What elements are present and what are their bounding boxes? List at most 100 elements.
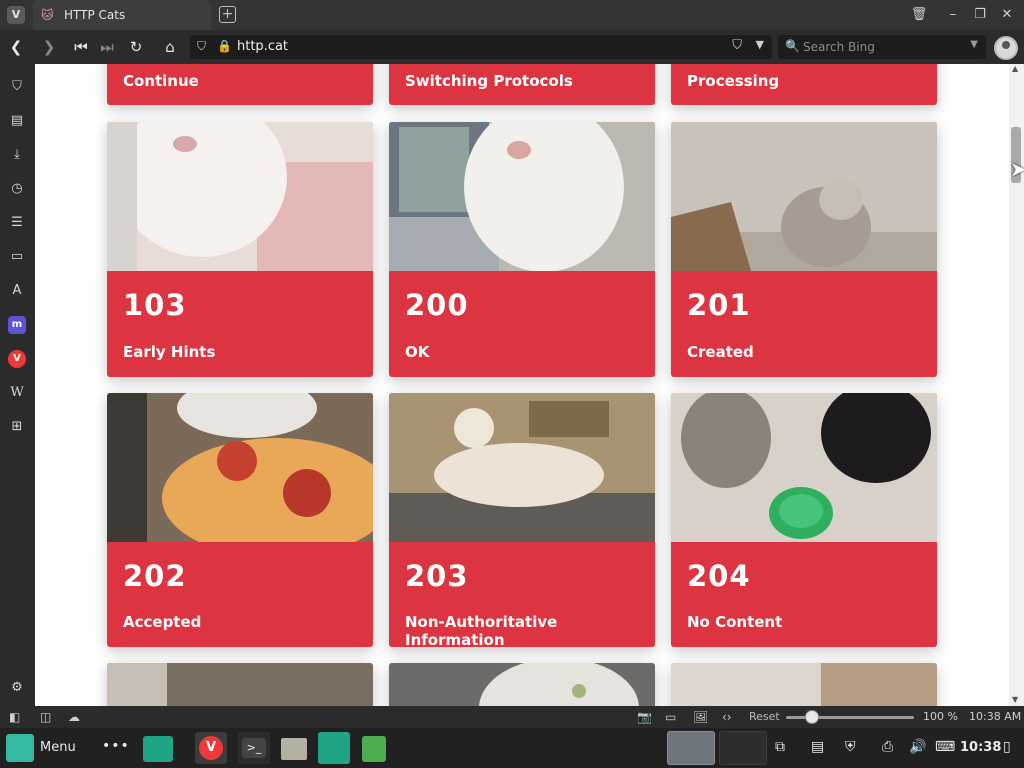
tab-tiling-icon[interactable]: ◫	[40, 709, 51, 725]
bookmarks-icon[interactable]: ⛉	[8, 78, 26, 96]
add-panel-icon[interactable]: ⊞	[8, 418, 26, 436]
terminal-icon[interactable]: >_	[238, 732, 270, 764]
workspace-1-preview[interactable]	[667, 731, 715, 765]
search-engine-dropdown-icon[interactable]: ▼	[970, 39, 978, 50]
status-name: No Content	[687, 613, 783, 631]
start-menu-label[interactable]: Menu	[40, 740, 76, 755]
status-card-206[interactable]	[389, 663, 655, 706]
reading-list-icon[interactable]: ▤	[8, 112, 26, 130]
lock-icon[interactable]: 🔒	[217, 39, 232, 53]
vivaldi-icon[interactable]: V	[8, 350, 26, 368]
downloads-icon[interactable]: ⤓	[8, 146, 26, 164]
profile-avatar[interactable]	[994, 36, 1018, 60]
shield-icon[interactable]: ⛉	[197, 39, 206, 54]
window-panel-icon[interactable]: ▭	[8, 248, 26, 266]
status-card-207[interactable]	[671, 663, 937, 706]
cat-favicon-icon: 🐱	[41, 8, 54, 22]
status-name: OK	[405, 343, 430, 361]
camera-icon[interactable]: 📷	[637, 709, 652, 725]
trash-icon[interactable]: 🗑	[910, 6, 928, 23]
desktop-icon[interactable]	[143, 736, 173, 762]
chevron-down-icon[interactable]: ▼	[756, 38, 764, 51]
status-name: Created	[687, 343, 754, 361]
security-shield-icon[interactable]: ⛨	[845, 739, 856, 755]
cat-photo	[671, 393, 937, 542]
new-tab-icon[interactable]: +	[219, 6, 236, 23]
tab-bar: V 🐱 HTTP Cats + 🗑 – ❐ ✕	[0, 0, 1024, 30]
mouse-cursor-icon: ➤	[1010, 157, 1024, 181]
url-text[interactable]: http.cat	[237, 39, 288, 54]
status-card-100[interactable]: Continue	[107, 64, 373, 105]
search-input[interactable]	[803, 38, 963, 56]
page-content: Continue Switching Protocols Processing …	[35, 64, 1009, 706]
manjaro-settings-icon[interactable]	[318, 732, 350, 764]
scroll-up-icon[interactable]: ▲	[1012, 64, 1018, 73]
zoom-reset-button[interactable]: Reset	[749, 709, 780, 725]
search-field[interactable]: 🔍 ▼	[778, 35, 986, 59]
status-code: 201	[687, 288, 751, 322]
home-icon[interactable]: ⌂	[160, 37, 180, 57]
status-code: 103	[123, 288, 187, 322]
status-card-203[interactable]: 203 Non-Authoritative Information	[389, 393, 655, 647]
status-card-204[interactable]: 204 No Content	[671, 393, 937, 647]
search-icon: 🔍	[785, 39, 800, 53]
reload-icon[interactable]: ↻	[126, 37, 146, 57]
notes-icon[interactable]: ☰	[8, 214, 26, 232]
software-installer-icon[interactable]	[358, 732, 390, 764]
keyboard-icon[interactable]: ⌨	[935, 739, 955, 755]
translate-icon[interactable]: A	[8, 282, 26, 300]
network-icon[interactable]: ⎙	[882, 739, 893, 755]
image-icon[interactable]: 🖼	[693, 709, 708, 725]
close-icon[interactable]: ✕	[998, 6, 1016, 23]
panel-toggle-icon[interactable]: ◧	[9, 709, 20, 725]
workspace-dots-icon[interactable]: •••	[102, 738, 130, 754]
volume-icon[interactable]: 🔊	[909, 739, 926, 755]
settings-gear-icon[interactable]: ⚙	[8, 679, 26, 697]
history-icon[interactable]: ◷	[8, 180, 26, 198]
status-name: Non-Authoritative Information	[405, 613, 558, 647]
cat-photo	[389, 122, 655, 271]
status-card-101[interactable]: Switching Protocols	[389, 64, 655, 105]
vivaldi-menu-icon[interactable]: V	[7, 6, 25, 24]
status-card-103[interactable]: 103 Early Hints	[107, 122, 373, 377]
notifications-icon[interactable]: ▯	[1003, 739, 1011, 755]
status-name: Accepted	[123, 613, 202, 631]
navigation-bar: ❮ ❯ ⏮ ⏭ ↻ ⌂ ⛉ 🔒 http.cat ⛉ ▼ 🔍 ▼	[0, 30, 1024, 64]
status-card-201[interactable]: 201 Created	[671, 122, 937, 377]
zoom-slider[interactable]	[786, 710, 914, 724]
status-card-200[interactable]: 200 OK	[389, 122, 655, 377]
taskbar-clock[interactable]: 10:38	[960, 740, 1001, 755]
status-name: Continue	[123, 72, 199, 90]
manjaro-logo-icon[interactable]	[6, 734, 34, 762]
rewind-icon[interactable]: ⏮	[71, 37, 91, 57]
vivaldi-task-icon[interactable]: V	[195, 732, 227, 764]
address-bar[interactable]: ⛉ 🔒 http.cat ⛉ ▼	[190, 35, 772, 59]
zoom-slider-knob[interactable]	[805, 710, 819, 724]
status-code: 200	[405, 288, 469, 322]
cat-photo	[389, 393, 655, 542]
tab-http-cats[interactable]: 🐱 HTTP Cats	[33, 0, 211, 30]
minimize-icon[interactable]: –	[944, 6, 962, 23]
fast-forward-icon[interactable]: ⏭	[97, 37, 117, 57]
windows-icon[interactable]: ⧉	[775, 739, 785, 755]
status-card-202[interactable]: 202 Accepted	[107, 393, 373, 647]
side-panel: ⛉ ▤ ⤓ ◷ ☰ ▭ A m V W ⊞ ⚙	[0, 64, 35, 706]
cat-photo	[107, 663, 373, 706]
scroll-down-icon[interactable]: ▼	[1012, 695, 1018, 704]
cat-photo	[107, 122, 373, 271]
bookmark-icon[interactable]: ⛉	[732, 38, 742, 53]
clipboard-icon[interactable]: ▤	[811, 739, 824, 755]
back-icon[interactable]: ❮	[6, 37, 26, 57]
mastodon-icon[interactable]: m	[8, 316, 26, 334]
page-tiling-icon[interactable]: ▭	[665, 709, 676, 725]
status-card-102[interactable]: Processing	[671, 64, 937, 105]
forward-icon[interactable]: ❯	[39, 37, 59, 57]
file-manager-icon[interactable]	[278, 732, 310, 764]
restore-icon[interactable]: ❐	[971, 6, 989, 23]
code-icon[interactable]: ‹›	[722, 709, 732, 725]
status-bar: ◧ ◫ ☁ 📷 ▭ 🖼 ‹› Reset 100 % 10:38 AM	[0, 706, 1024, 728]
workspace-2-preview[interactable]	[719, 731, 767, 765]
cloud-sync-icon[interactable]: ☁	[68, 709, 80, 725]
status-card-205[interactable]	[107, 663, 373, 706]
wikipedia-icon[interactable]: W	[8, 384, 26, 402]
